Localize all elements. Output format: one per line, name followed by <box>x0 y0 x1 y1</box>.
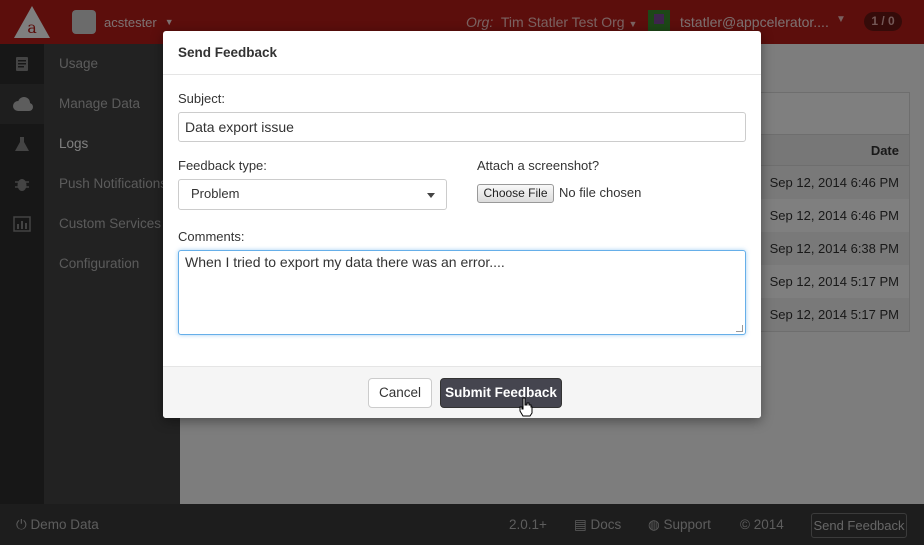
no-file-label: No file chosen <box>559 185 642 200</box>
subject-input[interactable]: Data export issue <box>178 112 746 142</box>
modal-footer: Cancel Submit Feedback <box>163 366 761 418</box>
feedback-type-select[interactable]: Problem <box>178 179 447 210</box>
subject-label: Subject: <box>178 91 225 106</box>
hand-pointer-icon <box>518 397 534 420</box>
send-feedback-dialog: Send Feedback Subject: Data export issue… <box>163 31 761 418</box>
submit-feedback-button[interactable]: Submit Feedback <box>440 378 562 408</box>
caret-down-icon <box>427 193 435 198</box>
feedback-type-label: Feedback type: <box>178 158 267 173</box>
attach-screenshot-label: Attach a screenshot? <box>477 158 600 173</box>
modal-title: Send Feedback <box>163 31 761 75</box>
resize-grip-icon[interactable] <box>736 325 743 332</box>
feedback-type-value: Problem <box>191 186 240 201</box>
comments-textarea[interactable]: When I tried to export my data there was… <box>178 250 746 335</box>
comments-label: Comments: <box>178 229 245 244</box>
comments-text: When I tried to export my data there was… <box>185 254 505 270</box>
cancel-button[interactable]: Cancel <box>368 378 432 408</box>
choose-file-button[interactable]: Choose File <box>477 184 554 203</box>
